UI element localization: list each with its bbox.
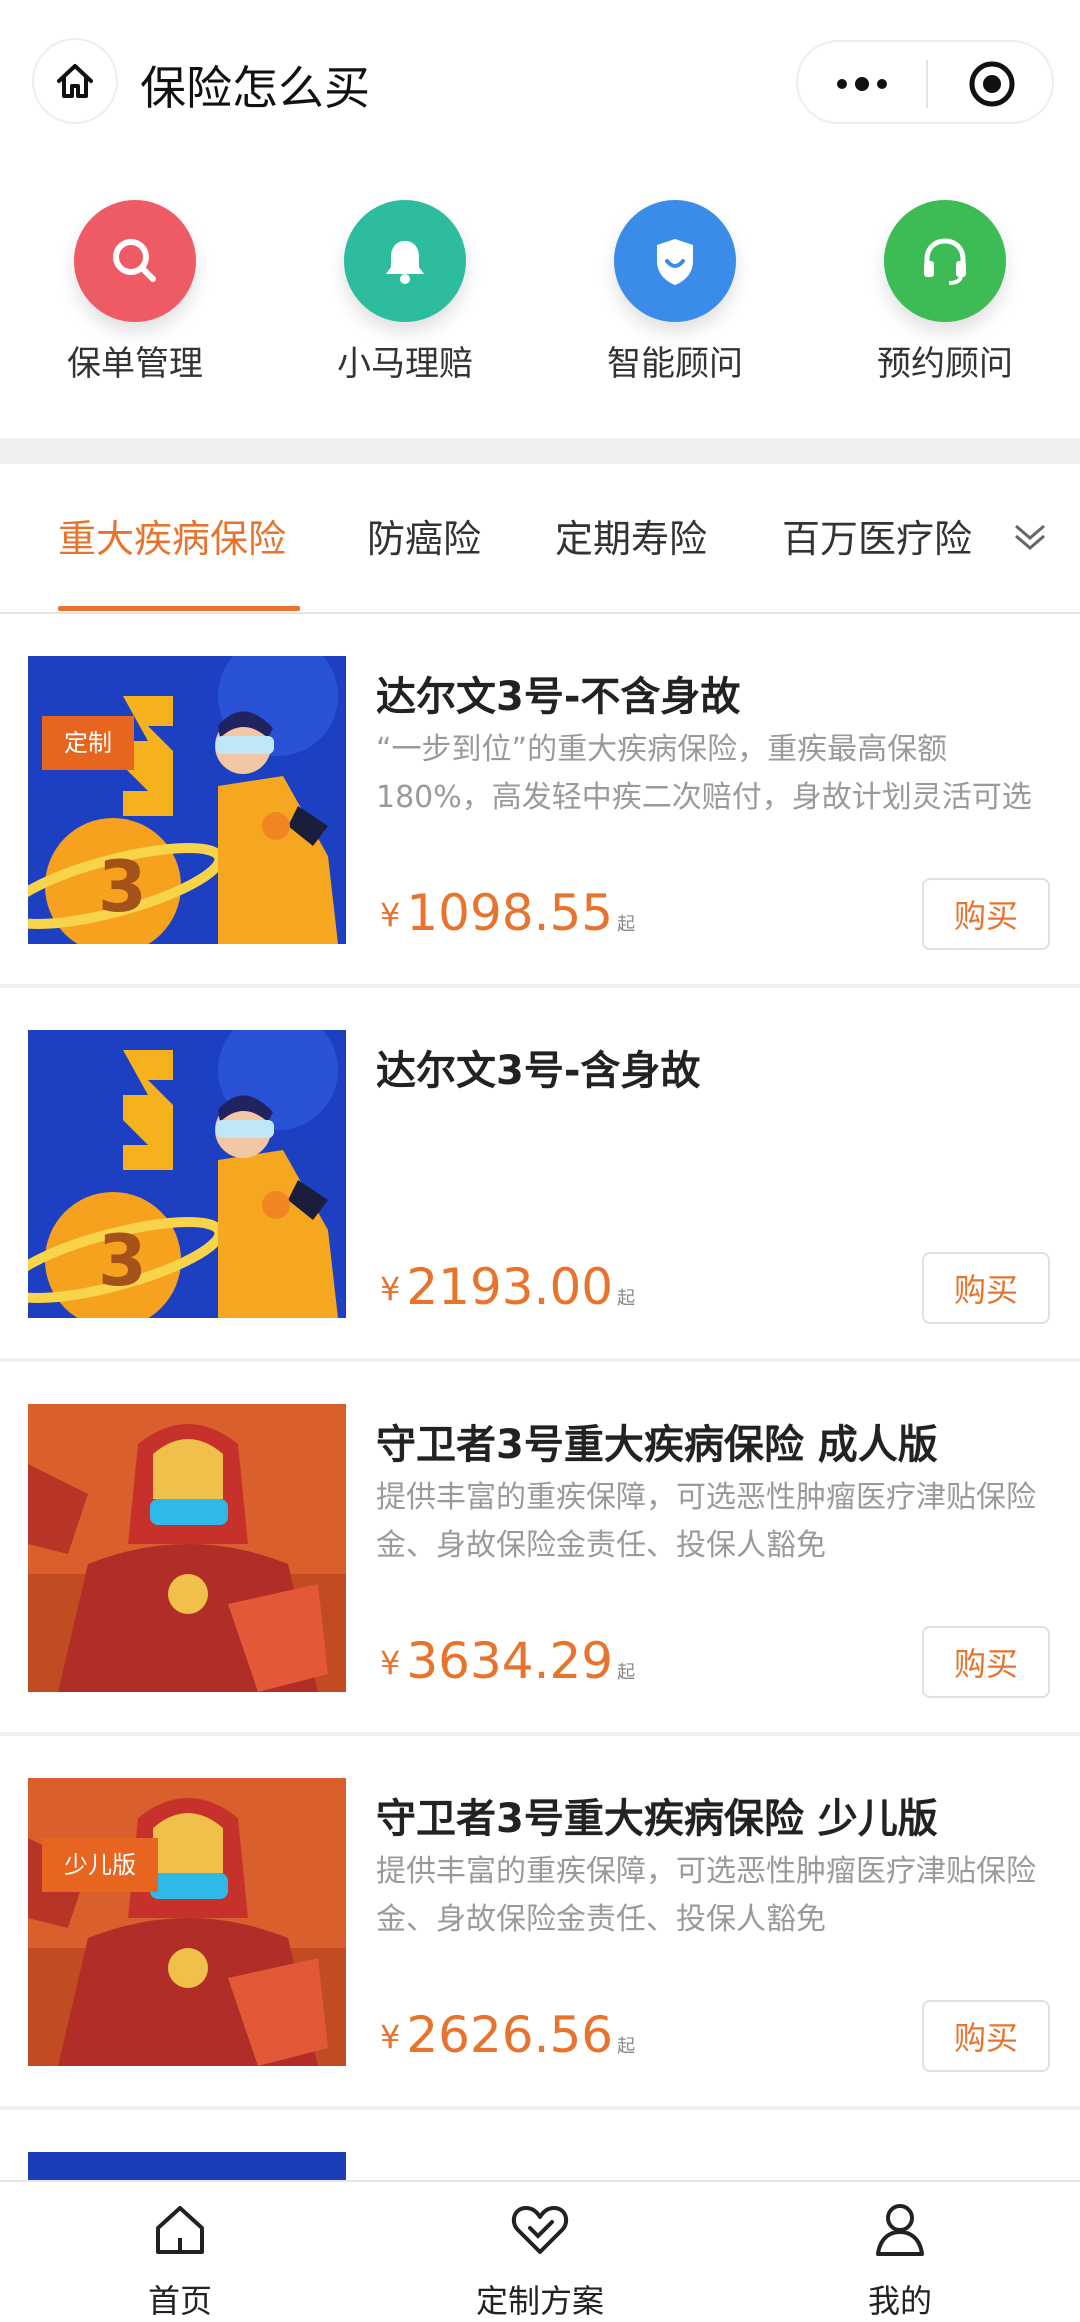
- chevron-down-icon[interactable]: [1010, 516, 1050, 556]
- currency-symbol: ¥: [380, 2018, 401, 2056]
- product-card[interactable]: 3 定制 达尔文3号-不含身故 “一步到位”的重大疾病保险，重疾最高保额180%…: [0, 614, 1080, 988]
- tab-term-life[interactable]: 定期寿险: [555, 508, 707, 563]
- quick-action-label: 预约顾问: [877, 344, 1013, 384]
- nav-label: 定制方案: [475, 2282, 604, 2320]
- product-description: “一步到位”的重大疾病保险，重疾最高保额180%，高发轻中疾二次赔付，身故计划灵…: [376, 732, 1032, 815]
- home-button[interactable]: [32, 38, 118, 124]
- product-card[interactable]: 守卫者3号重大疾病保险 成人版 提供丰富的重疾保障，可选恶性肿瘤医疗津贴保险金、…: [0, 1362, 1080, 1736]
- category-tabs: 重大疾病保险 防癌险 定期寿险 百万医疗险: [0, 464, 1080, 614]
- price-amount: 3634.29: [406, 1632, 614, 1690]
- product-card-partial[interactable]: [0, 2110, 1080, 2192]
- mini-program-capsule: [796, 40, 1054, 124]
- buy-button[interactable]: 购买: [922, 1626, 1050, 1698]
- section-divider: [0, 438, 1080, 464]
- svg-text:3: 3: [98, 846, 147, 928]
- buy-button[interactable]: 购买: [922, 2000, 1050, 2072]
- quick-action-claims[interactable]: 小马理赔: [305, 190, 505, 385]
- price-suffix: 起: [617, 1288, 636, 1309]
- buy-button[interactable]: 购买: [922, 1252, 1050, 1324]
- product-description: 提供丰富的重疾保障，可选恶性肿瘤医疗津贴保险金、身故保险金责任、投保人豁免: [376, 1854, 1036, 1937]
- more-button[interactable]: [798, 42, 926, 126]
- product-tag: 少儿版: [42, 1838, 158, 1892]
- product-image: 少儿版: [28, 1778, 346, 2066]
- quick-action-label: 智能顾问: [607, 344, 743, 384]
- quick-action-appointment[interactable]: 预约顾问: [845, 190, 1045, 385]
- product-card[interactable]: 3 达尔文3号-含身故 ¥2193.00 起 购买: [0, 988, 1080, 1362]
- product-card[interactable]: 少儿版 守卫者3号重大疾病保险 少儿版 提供丰富的重疾保障，可选恶性肿瘤医疗津贴…: [0, 1736, 1080, 2110]
- heart-icon: [511, 2206, 569, 2254]
- product-description: 提供丰富的重疾保障，可选恶性肿瘤医疗津贴保险金、身故保险金责任、投保人豁免: [376, 1480, 1036, 1563]
- nav-mine[interactable]: 我的: [770, 2198, 1030, 2322]
- quick-action-policy[interactable]: 保单管理: [35, 190, 235, 385]
- product-price: ¥2193.00 起: [380, 1258, 635, 1316]
- svg-text:3: 3: [98, 1220, 147, 1302]
- product-title: 守卫者3号重大疾病保险 成人版: [376, 1422, 938, 1468]
- nav-label: 首页: [147, 2282, 212, 2320]
- currency-symbol: ¥: [380, 1644, 401, 1682]
- quick-actions: 保单管理 小马理赔 智能顾问 预约顾问: [0, 190, 1080, 430]
- buy-button[interactable]: 购买: [922, 878, 1050, 950]
- active-tab-indicator: [58, 606, 300, 611]
- nav-custom-plan[interactable]: 定制方案: [410, 2198, 670, 2322]
- product-title: 守卫者3号重大疾病保险 少儿版: [376, 1796, 938, 1842]
- price-suffix: 起: [617, 1662, 636, 1683]
- bottom-nav: 首页 定制方案 我的: [0, 2180, 1080, 2322]
- product-price: ¥2626.56 起: [380, 2006, 635, 2064]
- quick-action-advisor[interactable]: 智能顾问: [575, 190, 775, 385]
- home-icon: [156, 2206, 204, 2254]
- shield-icon: [614, 200, 736, 322]
- price-amount: 2193.00: [406, 1258, 614, 1316]
- tab-medical[interactable]: 百万医疗险: [782, 508, 972, 563]
- search-icon: [74, 200, 196, 322]
- tab-cancer[interactable]: 防癌险: [367, 508, 481, 563]
- product-title: 达尔文3号-不含身故: [376, 674, 741, 720]
- product-price: ¥3634.29 起: [380, 1632, 635, 1690]
- price-amount: 1098.55: [406, 884, 614, 942]
- quick-action-label: 小马理赔: [337, 344, 473, 384]
- product-image: 3 定制: [28, 656, 346, 944]
- nav-home[interactable]: 首页: [50, 2198, 310, 2322]
- price-suffix: 起: [617, 2036, 636, 2057]
- home-icon: [57, 64, 93, 98]
- product-price: ¥1098.55 起: [380, 884, 635, 942]
- page-title: 保险怎么买: [140, 61, 370, 115]
- price-amount: 2626.56: [406, 2006, 614, 2064]
- product-image: 3: [28, 1030, 346, 1318]
- header: 保险怎么买: [0, 0, 1080, 168]
- tab-critical-illness[interactable]: 重大疾病保险: [58, 508, 286, 563]
- product-title: 达尔文3号-含身故: [376, 1048, 701, 1094]
- bell-icon: [344, 200, 466, 322]
- price-suffix: 起: [617, 914, 636, 935]
- close-button[interactable]: [928, 42, 1056, 126]
- target-icon: [969, 61, 1015, 107]
- headset-icon: [884, 200, 1006, 322]
- product-tag: 定制: [42, 716, 134, 770]
- user-icon: [876, 2204, 924, 2256]
- currency-symbol: ¥: [380, 896, 401, 934]
- currency-symbol: ¥: [380, 1270, 401, 1308]
- nav-label: 我的: [867, 2282, 932, 2320]
- quick-action-label: 保单管理: [67, 344, 203, 384]
- product-image: [28, 1404, 346, 1692]
